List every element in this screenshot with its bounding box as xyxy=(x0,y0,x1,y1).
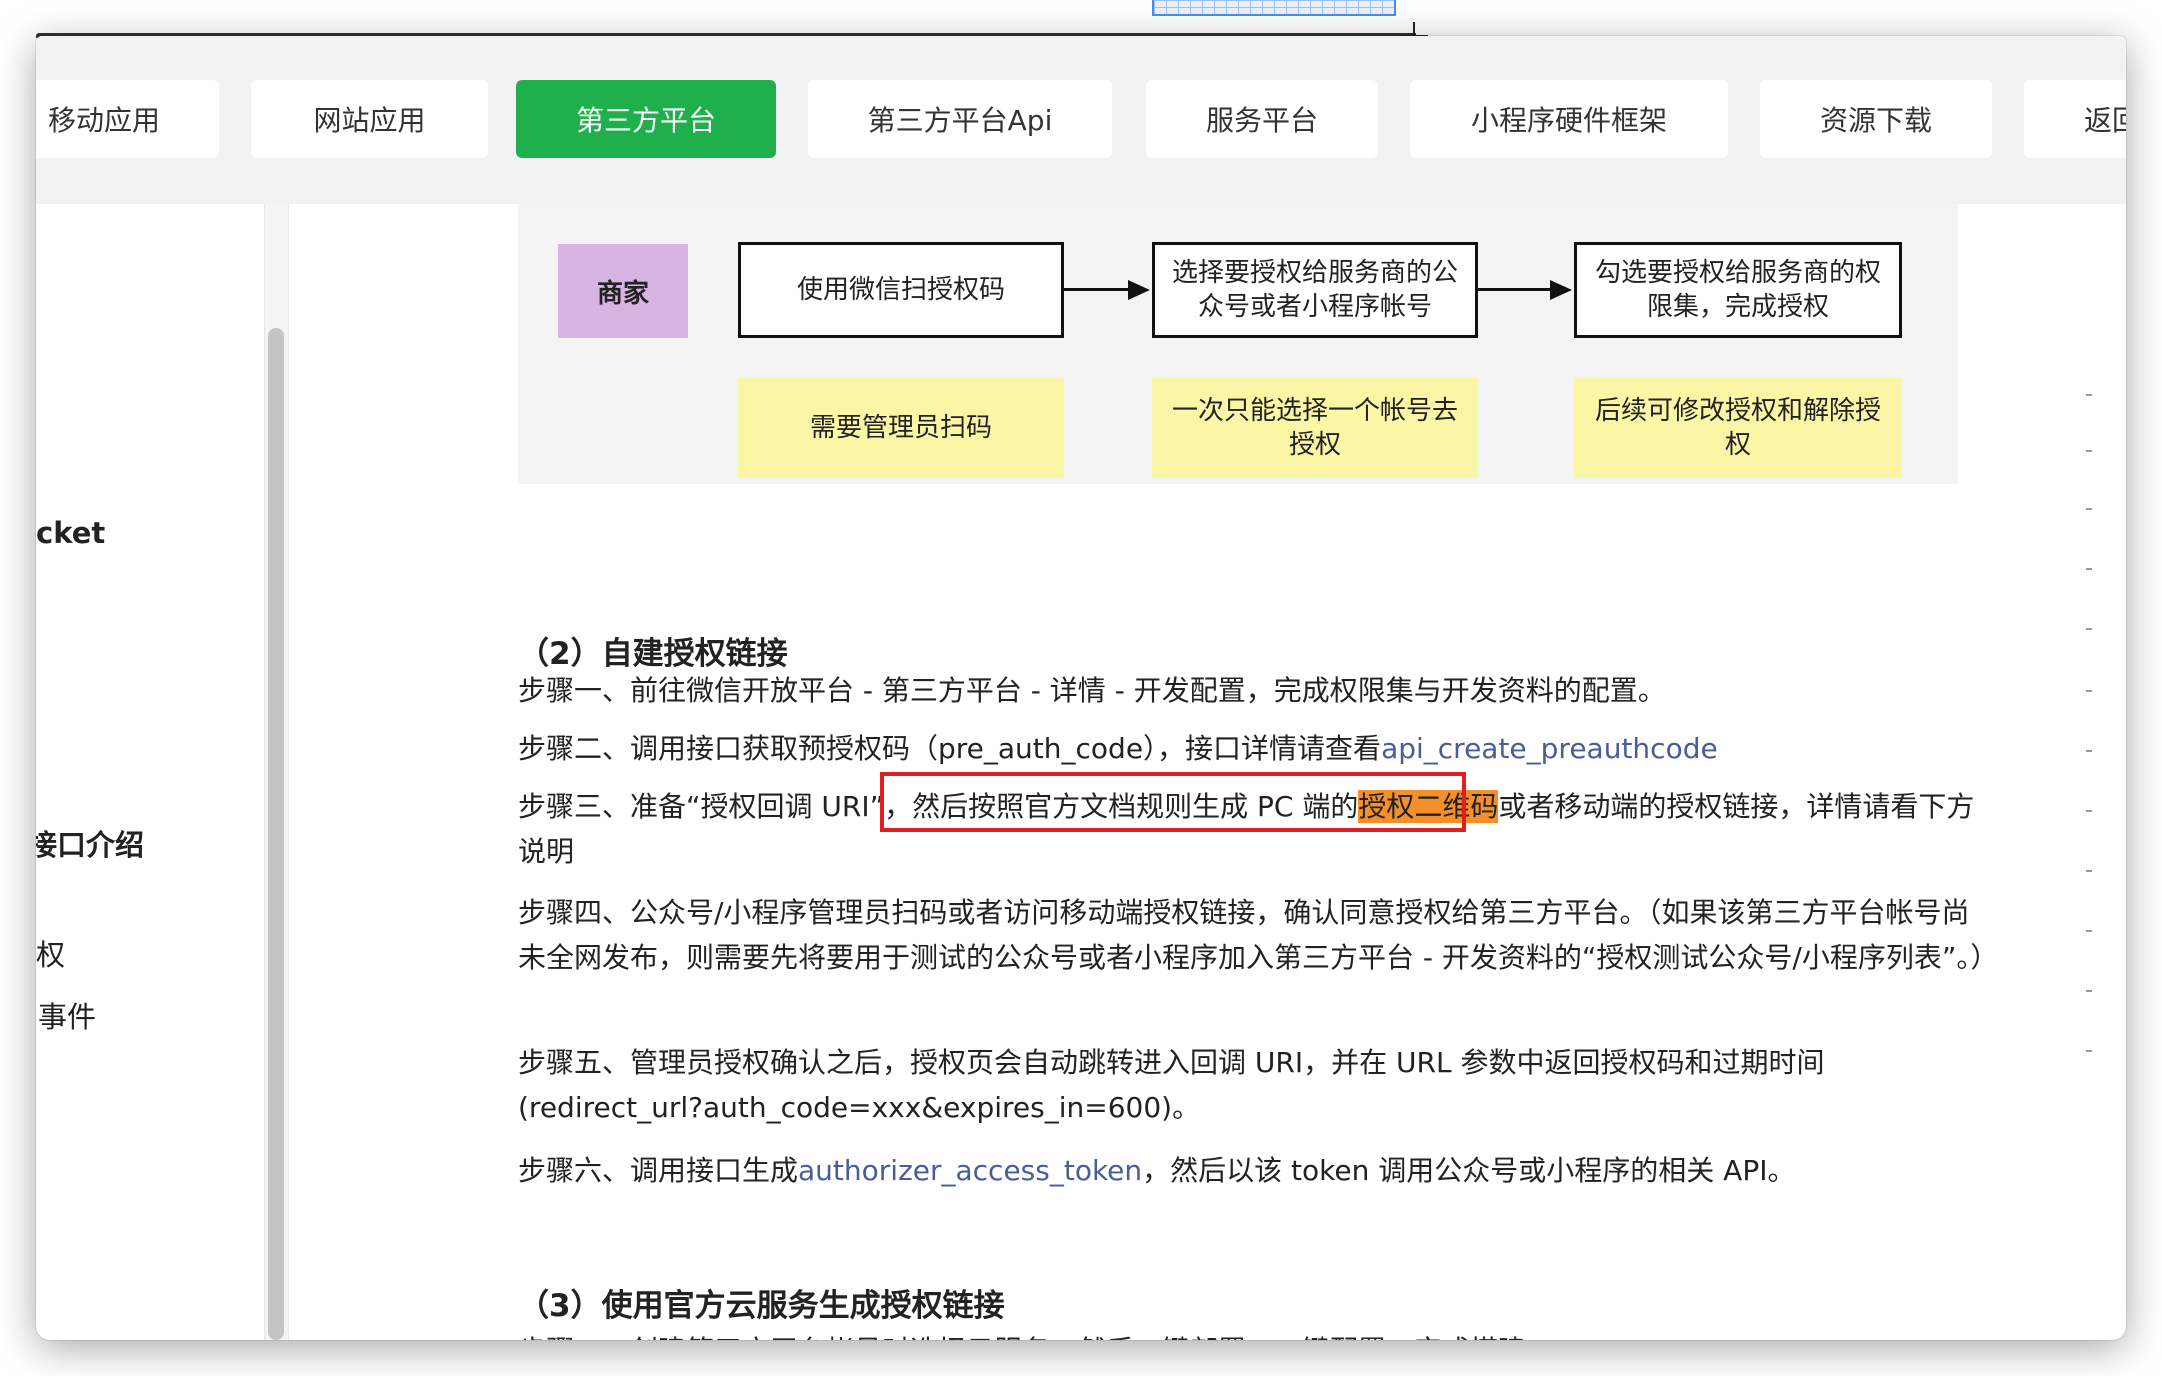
section2-step2: 步骤二、调用接口获取预授权码（pre_auth_code），接口详情请查看api… xyxy=(518,726,1988,771)
right-gutter xyxy=(2108,204,2126,1340)
gutter-mark xyxy=(2086,810,2092,812)
gutter-mark xyxy=(2086,870,2092,872)
sidebar-item-auth[interactable]: 权 xyxy=(36,932,65,974)
note-modify-later: 后续可修改授权和解除授权 xyxy=(1574,378,1902,478)
step-choose-permissions: 勾选要授权给服务商的权限集，完成授权 xyxy=(1574,242,1902,338)
tab-service-platform[interactable]: 服务平台 xyxy=(1146,80,1378,158)
sidebar: cket 接口介绍 权 事件 xyxy=(36,204,329,1340)
section2-step6-suffix: ，然后以该 token 调用公众号或小程序的相关 API。 xyxy=(1142,1154,1796,1187)
tab-third-party-api[interactable]: 第三方平台Api xyxy=(808,80,1112,158)
section2-step1: 步骤一、前往微信开放平台 - 第三方平台 - 详情 - 开发配置，完成权限集与开… xyxy=(518,674,1666,707)
section2-step4: 步骤四、公众号/小程序管理员扫码或者访问移动端授权链接，确认同意授权给第三方平台… xyxy=(518,896,1999,974)
sidebar-item-events[interactable]: 事件 xyxy=(38,994,96,1036)
step-scan-auth-code: 使用微信扫授权码 xyxy=(738,242,1064,338)
gutter-mark xyxy=(2086,450,2092,452)
arrow-1 xyxy=(1064,288,1130,291)
tab-resource-download[interactable]: 资源下载 xyxy=(1760,80,1992,158)
step-select-account: 选择要授权给服务商的公众号或者小程序帐号 xyxy=(1152,242,1478,338)
gutter-mark xyxy=(2086,508,2092,510)
selection-thumbnail xyxy=(1152,0,1396,16)
arrow-2 xyxy=(1478,288,1552,291)
tab-miniprogram-hardware[interactable]: 小程序硬件框架 xyxy=(1410,80,1728,158)
tab-back[interactable]: 返回 xyxy=(2024,80,2126,158)
browser-window: 移动应用 网站应用 第三方平台 第三方平台Api 服务平台 小程序硬件框架 资源… xyxy=(36,36,2126,1340)
tab-mobile-app[interactable]: 移动应用 xyxy=(36,80,219,158)
tab-website-app[interactable]: 网站应用 xyxy=(251,80,488,158)
section2-step6: 步骤六、调用接口生成authorizer_access_token，然后以该 t… xyxy=(518,1148,1988,1193)
section2-heading: （2）自建授权链接 xyxy=(518,636,788,672)
auth-flow-diagram: 商家 使用微信扫授权码 选择要授权给服务商的公众号或者小程序帐号 勾选要授权给服… xyxy=(518,204,1958,484)
gutter-mark xyxy=(2086,930,2092,932)
gutter-mark xyxy=(2086,394,2092,396)
annotation-red-box xyxy=(880,772,1466,832)
gutter-mark xyxy=(2086,1050,2092,1052)
link-api-create-preauthcode[interactable]: api_create_preauthcode xyxy=(1381,732,1718,765)
sidebar-scrollbar-thumb[interactable] xyxy=(268,328,284,1340)
arrow-2-head xyxy=(1550,280,1572,300)
gutter-mark xyxy=(2086,750,2092,752)
link-authorizer-access-token[interactable]: authorizer_access_token xyxy=(798,1154,1142,1187)
gutter-mark xyxy=(2086,690,2092,692)
sidebar-item-interface-intro[interactable]: 接口介绍 xyxy=(36,822,144,864)
note-admin-scan: 需要管理员扫码 xyxy=(738,378,1064,478)
section2-step5: 步骤五、管理员授权确认之后，授权页会自动跳转进入回调 URI，并在 URL 参数… xyxy=(518,1046,1825,1124)
section2-step6-text: 步骤六、调用接口生成 xyxy=(518,1154,799,1187)
section3-step1: 步骤一、创建第三方平台帐号时选择云服务，然后一键部署、一键配置，完成搭建。 xyxy=(518,1328,1988,1340)
sidebar-item-socket[interactable]: cket xyxy=(36,516,105,550)
gutter-mark xyxy=(2086,990,2092,992)
sidebar-divider xyxy=(288,204,329,1340)
gutter-mark xyxy=(2086,568,2092,570)
tab-third-party-platform[interactable]: 第三方平台 xyxy=(516,80,776,158)
gutter-mark xyxy=(2086,628,2092,630)
section3-heading: （3）使用官方云服务生成授权链接 xyxy=(518,1288,1005,1324)
section2-step2-text: 步骤二、调用接口获取预授权码（pre_auth_code），接口详情请查看 xyxy=(518,732,1382,765)
arrow-1-head xyxy=(1128,280,1150,300)
top-nav: 移动应用 网站应用 第三方平台 第三方平台Api 服务平台 小程序硬件框架 资源… xyxy=(36,36,2126,204)
note-one-account: 一次只能选择一个帐号去授权 xyxy=(1152,378,1478,478)
role-merchant: 商家 xyxy=(558,244,688,338)
